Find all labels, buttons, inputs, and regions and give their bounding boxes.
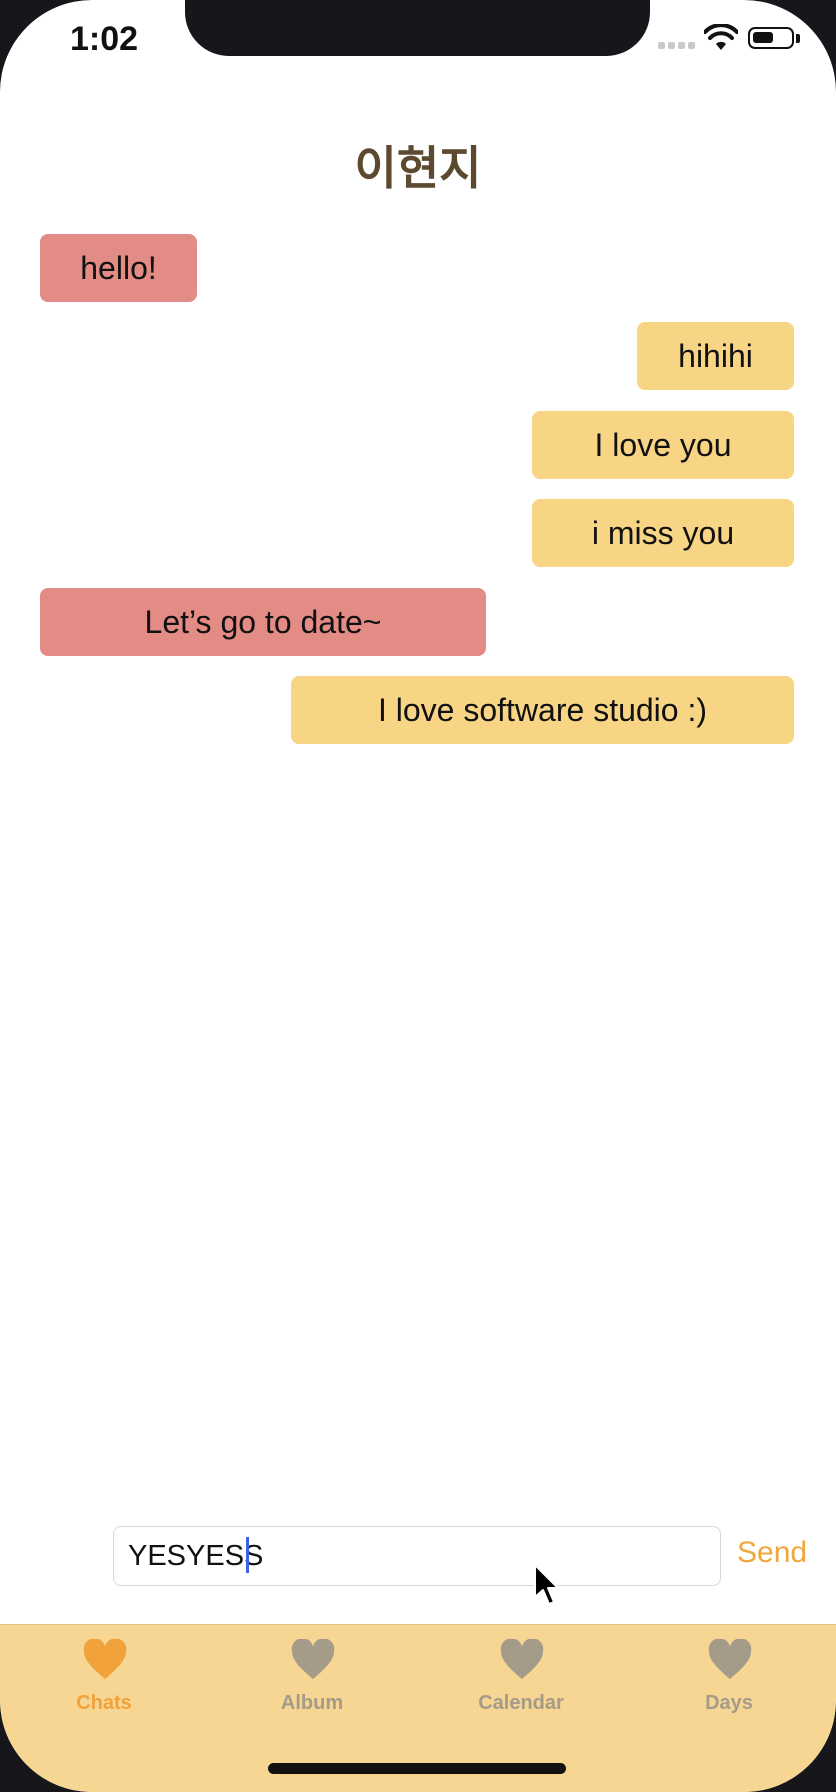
tab-chats[interactable]: Chats bbox=[39, 1639, 169, 1739]
tab-album[interactable]: Album bbox=[247, 1639, 377, 1739]
tab-label: Album bbox=[280, 1692, 344, 1714]
heart-icon bbox=[291, 1639, 335, 1680]
tab-label: Chats bbox=[76, 1692, 132, 1714]
battery-icon bbox=[748, 27, 794, 49]
message-bubble-received: hello! bbox=[40, 234, 197, 302]
heart-icon bbox=[83, 1639, 127, 1680]
tab-days[interactable]: Days bbox=[664, 1639, 794, 1739]
wifi-icon bbox=[704, 24, 738, 50]
message-bubble-sent: I love software studio :) bbox=[291, 676, 794, 744]
tab-calendar[interactable]: Calendar bbox=[456, 1639, 586, 1739]
status-time: 1:02 bbox=[70, 20, 139, 58]
battery-level bbox=[753, 32, 773, 43]
message-bubble-received: Let’s go to date~ bbox=[40, 588, 486, 656]
phone-screen: 1:02 이현지 hello! hihihi I love you i miss… bbox=[0, 0, 836, 1792]
message-input[interactable] bbox=[113, 1526, 721, 1586]
page-title: 이현지 bbox=[354, 141, 482, 195]
tab-label: Days bbox=[705, 1692, 753, 1714]
message-bubble-sent: I love you bbox=[532, 411, 794, 479]
heart-icon bbox=[500, 1639, 544, 1680]
message-bubble-sent: i miss you bbox=[532, 499, 794, 567]
text-caret bbox=[246, 1537, 249, 1573]
message-bubble-sent: hihihi bbox=[637, 322, 794, 390]
notch bbox=[185, 0, 650, 56]
status-bar: 1:02 bbox=[0, 0, 836, 90]
mouse-cursor-icon bbox=[534, 1564, 559, 1605]
battery-tip bbox=[796, 34, 800, 43]
cellular-signal-icon bbox=[658, 42, 696, 50]
heart-icon bbox=[708, 1639, 752, 1680]
tab-label: Calendar bbox=[478, 1692, 564, 1714]
home-indicator[interactable] bbox=[268, 1763, 566, 1774]
send-button[interactable]: Send bbox=[737, 1536, 807, 1570]
